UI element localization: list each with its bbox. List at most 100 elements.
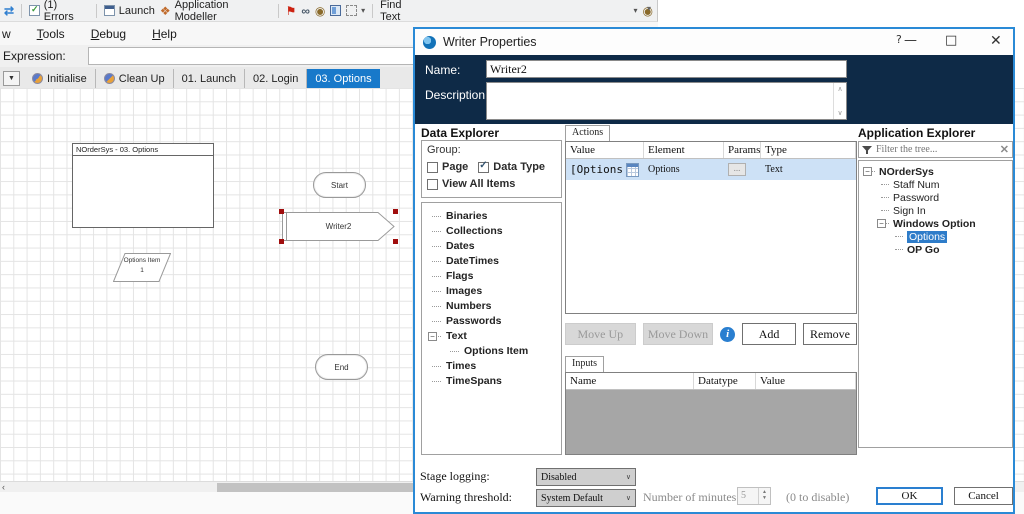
spinner-arrows[interactable]: ▲ ▼ [758,488,770,504]
expression-editor-icon[interactable] [625,162,639,177]
tree-item-options-item[interactable]: Options Item [430,344,561,359]
params-button[interactable]: ... [728,163,746,176]
toolbar-overflow-icon[interactable]: ▾ [647,4,651,13]
tree-item-sign-in[interactable]: Sign In [879,205,1012,217]
move-up-button[interactable]: Move Up [565,323,636,345]
application-explorer-tree: − NOrderSys Staff Num Password Sign In −… [858,160,1013,448]
end-label: End [334,362,349,372]
tree-item-windows-option[interactable]: − Windows Option [877,218,1012,230]
view-all-items-checkbox[interactable]: View All Items [427,178,556,190]
tab-initialise[interactable]: Initialise [24,69,96,88]
data-type-checkbox[interactable]: Data Type [478,160,545,173]
writer-stage[interactable]: Writer2 [279,209,398,244]
tree-item-nordersys[interactable]: − NOrderSys [863,166,1012,178]
menu-help[interactable]: Help [152,27,177,41]
add-button[interactable]: Add [742,323,797,345]
tree-item-timespans[interactable]: TimeSpans [430,374,561,389]
region-select-button[interactable]: ▾ [346,5,365,16]
tab-list-dropdown[interactable]: ▼ [3,71,20,86]
help-button[interactable]: ? [896,33,902,46]
column-value: Value [756,373,856,389]
start-stage[interactable]: Start [313,172,366,198]
tab-cleanup[interactable]: Clean Up [96,69,174,88]
tree-item-binaries[interactable]: Binaries [430,209,561,224]
tree-item-dates[interactable]: Dates [430,239,561,254]
window-icon[interactable] [330,5,342,16]
refresh-icon[interactable]: ⇄ [4,5,14,17]
inputs-table[interactable]: Name Datatype Value [565,372,857,455]
remove-button[interactable]: Remove [803,323,857,345]
tree-item-op-go[interactable]: OP Go [893,244,1012,256]
maximize-button[interactable]: □ [945,33,957,48]
errors-button[interactable]: (1) Errors [29,0,89,23]
collapse-icon[interactable]: − [863,167,872,176]
screen: ⇄ (1) Errors Launch ❖ Application Modell… [0,0,1024,514]
tree-item-times[interactable]: Times [430,359,561,374]
breakpoint-flag-icon[interactable]: ⚑ [286,5,297,17]
watch-icon[interactable]: ∞ [301,5,310,17]
selection-handle[interactable] [279,239,284,244]
ok-button[interactable]: OK [876,487,943,505]
move-down-button[interactable]: Move Down [642,323,714,345]
application-modeller-button[interactable]: ❖ Application Modeller [160,0,271,23]
actions-table[interactable]: Value Element Params Type [Options Optio… [565,141,857,314]
scroll-down-icon[interactable]: ∨ [837,109,842,117]
scroll-up-icon[interactable]: ∧ [837,85,842,93]
filter-tree-input[interactable] [876,144,996,155]
checkbox-label: View All Items [442,178,516,190]
tree-item-staff-num[interactable]: Staff Num [879,179,1012,191]
tree-item-text[interactable]: − Text [428,329,561,344]
launch-button[interactable]: Launch [103,5,155,17]
search-icon[interactable]: ◉ [315,5,325,17]
cancel-button[interactable]: Cancel [954,487,1013,505]
selection-handle[interactable] [279,209,284,214]
tree-item-numbers[interactable]: Numbers [430,299,561,314]
description-scrollbar[interactable]: ∧ ∨ [833,83,846,119]
minutes-spinner[interactable]: 5 ▲ ▼ [737,487,771,505]
tree-item-collections[interactable]: Collections [430,224,561,239]
tree-item-passwords[interactable]: Passwords [430,314,561,329]
stage-logging-dropdown[interactable]: Disabled ∨ [536,468,636,486]
actions-row[interactable]: [Options Options ... Text [566,159,856,180]
end-stage[interactable]: End [315,354,368,380]
data-explorer-tree: Binaries Collections Dates DateTimes Fla… [421,202,562,455]
minimize-button[interactable]: — [904,33,917,48]
scrollbar-thumb[interactable] [217,483,413,492]
info-icon[interactable]: i [720,326,736,342]
data-item-stage[interactable]: Options Item 1 [112,253,172,282]
description-input[interactable]: ∧ ∨ [486,82,847,120]
page-info-title: NOrderSys - 03. Options [73,144,213,156]
tree-item-password[interactable]: Password [879,192,1012,204]
menu-debug[interactable]: Debug [91,27,126,41]
scroll-left-icon[interactable]: ‹ [2,482,5,492]
filter-funnel-icon [862,145,872,154]
name-input[interactable] [486,60,847,78]
application-modeller-icon: ❖ [159,3,171,18]
find-text-combobox[interactable]: ▾ [428,3,637,19]
tree-item-options[interactable]: Options [893,231,1012,243]
menu-tools[interactable]: Tools [37,27,65,41]
close-button[interactable]: ✕ [990,33,1002,49]
clear-filter-icon[interactable]: ✕ [1000,143,1009,156]
page-checkbox[interactable]: Page [427,161,468,173]
inputs-tab[interactable]: Inputs [565,356,604,372]
tab-03-options[interactable]: 03. Options [307,69,380,88]
tab-02-login[interactable]: 02. Login [245,69,308,88]
selection-handle[interactable] [393,209,398,214]
collapse-icon[interactable]: − [428,332,437,341]
selection-handle[interactable] [393,239,398,244]
tree-item-datetimes[interactable]: DateTimes [430,254,561,269]
tab-01-launch[interactable]: 01. Launch [174,69,246,88]
page-info-box[interactable]: NOrderSys - 03. Options [72,143,214,228]
actions-tab[interactable]: Actions [565,125,611,141]
collapse-icon[interactable]: − [877,219,886,228]
dialog-titlebar[interactable]: Writer Properties ? — □ ✕ [415,29,1013,55]
spinner-down-icon[interactable]: ▼ [762,496,767,502]
actions-table-header: Value Element Params Type [566,142,856,159]
warning-threshold-dropdown[interactable]: System Default ∨ [536,489,636,507]
start-label: Start [331,180,348,190]
tree-item-images[interactable]: Images [430,284,561,299]
actions-buttons-row: Move Up Move Down i Add Remove [565,323,857,345]
tree-item-flags[interactable]: Flags [430,269,561,284]
menu-view[interactable]: w [2,27,11,41]
